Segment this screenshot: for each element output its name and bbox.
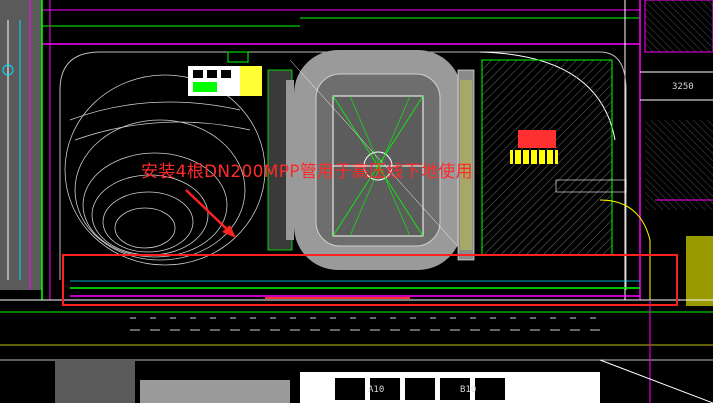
dimension-label: 3250: [672, 82, 694, 92]
cad-drawing: [0, 0, 713, 403]
block-label-b: B10: [460, 385, 477, 395]
running-track: [289, 50, 471, 270]
block-label-a: A10: [368, 385, 385, 395]
left-building-column: [0, 0, 42, 290]
hatched-field: [481, 59, 627, 256]
annotation-text: 安装4根DN200MPP管用于高压线下地使用: [141, 162, 473, 182]
